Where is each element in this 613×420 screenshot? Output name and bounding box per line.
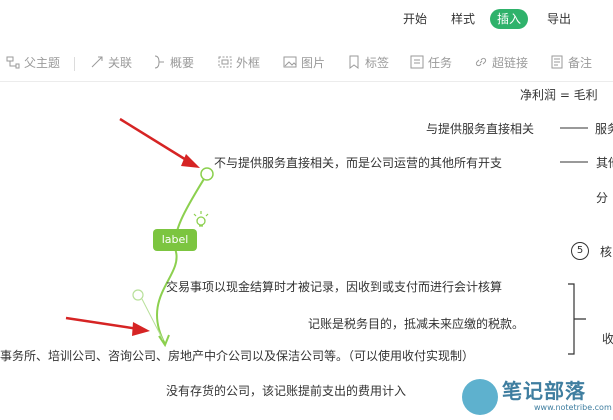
node-service-related-right[interactable]: 服务 — [595, 120, 613, 137]
tag-button[interactable]: 标签 — [347, 54, 389, 72]
tag-label: 标签 — [365, 56, 390, 70]
image-icon — [283, 56, 297, 68]
node-accounting[interactable]: 核 — [600, 243, 612, 260]
menu-bar: 开始 样式 插入 导出 — [0, 0, 613, 37]
relation-label: 关联 — [108, 56, 133, 70]
task-button[interactable]: 任务 — [410, 54, 452, 72]
node-bracket-right[interactable]: 收 — [602, 330, 613, 347]
number-badge: 5 — [571, 242, 589, 260]
bulb-icon[interactable] — [193, 211, 209, 227]
summary-label: 概要 — [170, 56, 195, 70]
node-service-related[interactable]: 与提供服务直接相关 — [426, 120, 534, 137]
link-icon — [475, 57, 487, 67]
tab-start[interactable]: 开始 — [396, 9, 434, 29]
tag-icon — [349, 55, 359, 69]
boundary-icon — [218, 56, 232, 68]
note-icon — [551, 55, 563, 69]
relation-label-badge[interactable]: label — [153, 229, 197, 251]
pen-icon — [462, 379, 498, 415]
watermark-logo: 笔记部落 www.notetribe.com — [450, 365, 613, 420]
relation-button[interactable]: 关联 — [90, 54, 132, 72]
node-overhead[interactable]: 不与提供服务直接相关，而是公司运营的其他所有开支 — [214, 154, 502, 171]
summary-button[interactable]: 概要 — [152, 54, 194, 72]
toolbar-divider — [74, 57, 75, 71]
task-label: 任务 — [428, 56, 453, 70]
relation-icon — [91, 56, 103, 68]
node-no-inventory[interactable]: 没有存货的公司，该记账提前支出的费用计入 — [166, 382, 406, 399]
tab-insert[interactable]: 插入 — [490, 9, 529, 29]
parent-topic-button[interactable]: 父主题 — [6, 54, 60, 72]
node-net-profit[interactable]: 净利润 = 毛利 — [520, 86, 598, 103]
parent-topic-icon — [6, 56, 20, 69]
watermark-url: www.notetribe.com — [534, 403, 612, 412]
link-button[interactable]: 超链接 — [474, 54, 528, 72]
watermark-text: 笔记部落 — [502, 379, 586, 403]
node-services-list[interactable]: 事务所、培训公司、咨询公司、房地产中介公司以及保洁公司等。（可以使用收付实现制） — [0, 347, 474, 364]
image-button[interactable]: 图片 — [283, 54, 325, 72]
summary-icon — [154, 55, 164, 69]
boundary-button[interactable]: 外框 — [218, 54, 260, 72]
task-icon — [410, 55, 424, 69]
link-label: 超链接 — [492, 56, 529, 70]
note-label: 备注 — [568, 56, 593, 70]
tab-export[interactable]: 导出 — [540, 9, 578, 29]
node-overhead-right[interactable]: 其他 — [596, 154, 613, 171]
tab-style[interactable]: 样式 — [444, 9, 482, 29]
node-tax-purpose[interactable]: 记账是税务目的，抵减未来应缴的税款。 — [308, 315, 524, 332]
node-cash-basis[interactable]: 交易事项以现金结算时才被记录，因收到或支付而进行会计核算 — [166, 278, 502, 295]
boundary-label: 外框 — [236, 56, 261, 70]
insert-toolbar: 父主题 关联 概要 外框 图片 标签 任务 超链接 备注 — [0, 45, 613, 82]
node-allocate[interactable]: 分 — [596, 189, 608, 206]
parent-topic-label: 父主题 — [24, 56, 61, 70]
image-label: 图片 — [301, 56, 326, 70]
note-button[interactable]: 备注 — [550, 54, 592, 72]
